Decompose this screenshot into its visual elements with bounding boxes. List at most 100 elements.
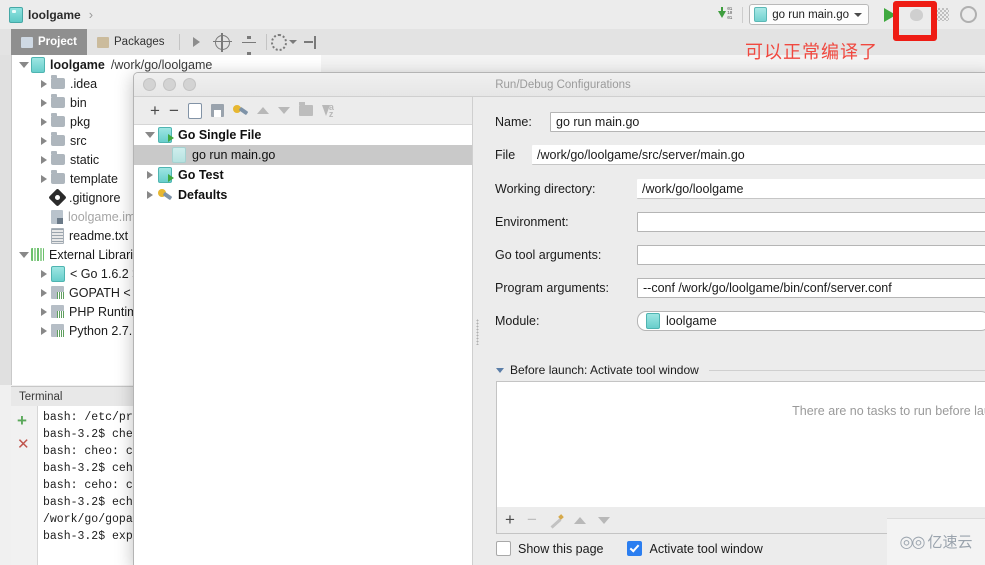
screenshot-root: loolgame › 01 10 01 go run main.go Proje… [0,0,985,565]
tree-twisty[interactable] [37,79,51,88]
run-configuration-selector[interactable]: go run main.go [749,4,869,25]
configurations-tree[interactable]: Go Single File go run main.go Go Test De… [134,124,472,565]
tab-project[interactable]: Project [11,29,87,55]
folder-icon [51,170,65,184]
module-select[interactable]: loolgame [637,311,985,331]
file-input[interactable]: /work/go/loolgame/src/server/main.go [532,145,985,165]
tree-twisty[interactable] [37,307,51,316]
working-directory-input[interactable]: /work/go/loolgame [637,179,985,199]
dialog-body: + − az Go Single File go run main.go Go … [134,97,985,565]
config-item-label: Defaults [178,188,228,202]
breadcrumb[interactable]: loolgame › [0,6,93,23]
add-configuration-icon[interactable]: + [150,102,160,119]
close-x-icon[interactable]: ✕ [17,437,30,452]
move-task-down-icon[interactable] [597,516,610,524]
dialog-splitter[interactable] [473,97,482,565]
git-file-icon [48,188,67,207]
tab-project-label: Project [38,36,77,48]
tree-twisty[interactable] [37,136,51,145]
sort-alphabetically-icon[interactable]: az [321,102,335,118]
settings-gear-icon [270,33,287,51]
tree-item-label: bin [70,95,87,110]
coverage-icon [935,8,949,21]
program-arguments-input[interactable]: --conf /work/go/loolgame/bin/conf/server… [637,278,985,298]
tree-twisty[interactable] [17,251,31,258]
show-this-page-label: Show this page [518,541,604,556]
stop-button[interactable] [955,3,981,27]
tree-twisty[interactable] [142,132,158,138]
program-arguments-label: Program arguments: [495,281,609,295]
remove-configuration-icon[interactable]: − [169,102,179,119]
environment-input[interactable] [637,212,985,232]
module-label: Module: [495,314,540,328]
field-row-file: File /work/go/loolgame/src/server/main.g… [482,144,985,166]
edit-defaults-icon[interactable] [232,104,248,118]
chevron-down-icon [496,367,504,373]
before-launch-task-list[interactable]: There are no tasks to run before launch [496,381,985,509]
left-tool-strip[interactable] [0,55,12,385]
tree-twisty[interactable] [37,326,51,335]
expand-tabs-button[interactable] [184,30,210,54]
annotation-text: 可以正常编译了 [745,42,878,63]
library-jar-icon [51,305,64,318]
collapse-all-icon [241,35,256,55]
hide-panel-button[interactable] [297,30,323,54]
plus-icon[interactable]: + [17,412,27,429]
move-down-icon[interactable] [277,107,290,114]
folder-icon [51,132,65,146]
scroll-from-source-button[interactable] [210,30,236,54]
library-jar-icon [51,324,64,337]
tree-twisty[interactable] [37,269,51,278]
show-this-page-checkbox[interactable]: Show this page [496,541,603,556]
config-group-go-single-file[interactable]: Go Single File [134,125,472,145]
tab-packages[interactable]: Packages [87,29,175,55]
tree-twisty[interactable] [17,61,31,68]
copy-configuration-icon[interactable] [185,100,202,119]
tree-twisty[interactable] [37,288,51,297]
config-item-go-run-main-go[interactable]: go run main.go [134,145,472,165]
working-directory-label: Working directory: [495,182,596,196]
tree-twisty[interactable] [37,117,51,126]
collapse-all-button[interactable] [236,30,262,55]
before-launch-header[interactable]: Before launch: Activate tool window [496,363,985,377]
field-row-program-arguments: Program arguments: --conf /work/go/loolg… [482,277,985,299]
remove-task-icon[interactable]: − [527,511,537,528]
tree-twisty[interactable] [142,191,158,199]
module-icon [646,313,660,329]
name-input[interactable]: go run main.go [550,112,985,132]
move-up-icon[interactable] [256,107,269,114]
field-row-environment: Environment: [482,211,985,233]
ide-top-toolbar: loolgame › 01 10 01 go run main.go [0,0,985,30]
text-file-icon [51,227,64,244]
move-task-up-icon[interactable] [573,516,586,524]
config-group-defaults[interactable]: Defaults [134,185,472,205]
tree-item-label: loolgame.iml [68,209,139,224]
file-label: File [495,148,516,162]
activate-tool-window-checkbox[interactable]: Activate tool window [627,541,763,556]
config-group-go-test[interactable]: Go Test [134,165,472,185]
tree-item-label: pkg [70,114,91,129]
add-task-icon[interactable]: + [505,511,515,528]
folder-icon [51,94,65,108]
name-label: Name: [495,115,532,129]
stop-icon [959,6,977,23]
tree-twisty[interactable] [142,171,158,179]
cloud-logo-icon: ◎◎ [899,533,926,551]
edit-task-icon[interactable] [549,514,562,527]
tree-twisty[interactable] [37,98,51,107]
annotation-highlight-box [893,1,937,41]
chevron-down-icon [854,12,862,17]
tool-settings-button[interactable] [270,30,297,54]
go-tool-arguments-input[interactable] [637,245,985,265]
toolbar-divider [742,6,744,23]
libraries-icon [31,248,44,261]
tree-twisty[interactable] [37,155,51,164]
folder-icon[interactable] [298,102,313,116]
save-configuration-icon[interactable] [210,104,224,117]
vcs-update-icon[interactable]: 01 10 01 [714,3,740,27]
tree-twisty[interactable] [37,174,51,183]
splitter-grip-icon [476,319,479,345]
tabs-divider-2 [265,34,267,50]
tree-item-label: .idea [70,76,98,91]
activate-tool-window-label: Activate tool window [649,541,763,556]
